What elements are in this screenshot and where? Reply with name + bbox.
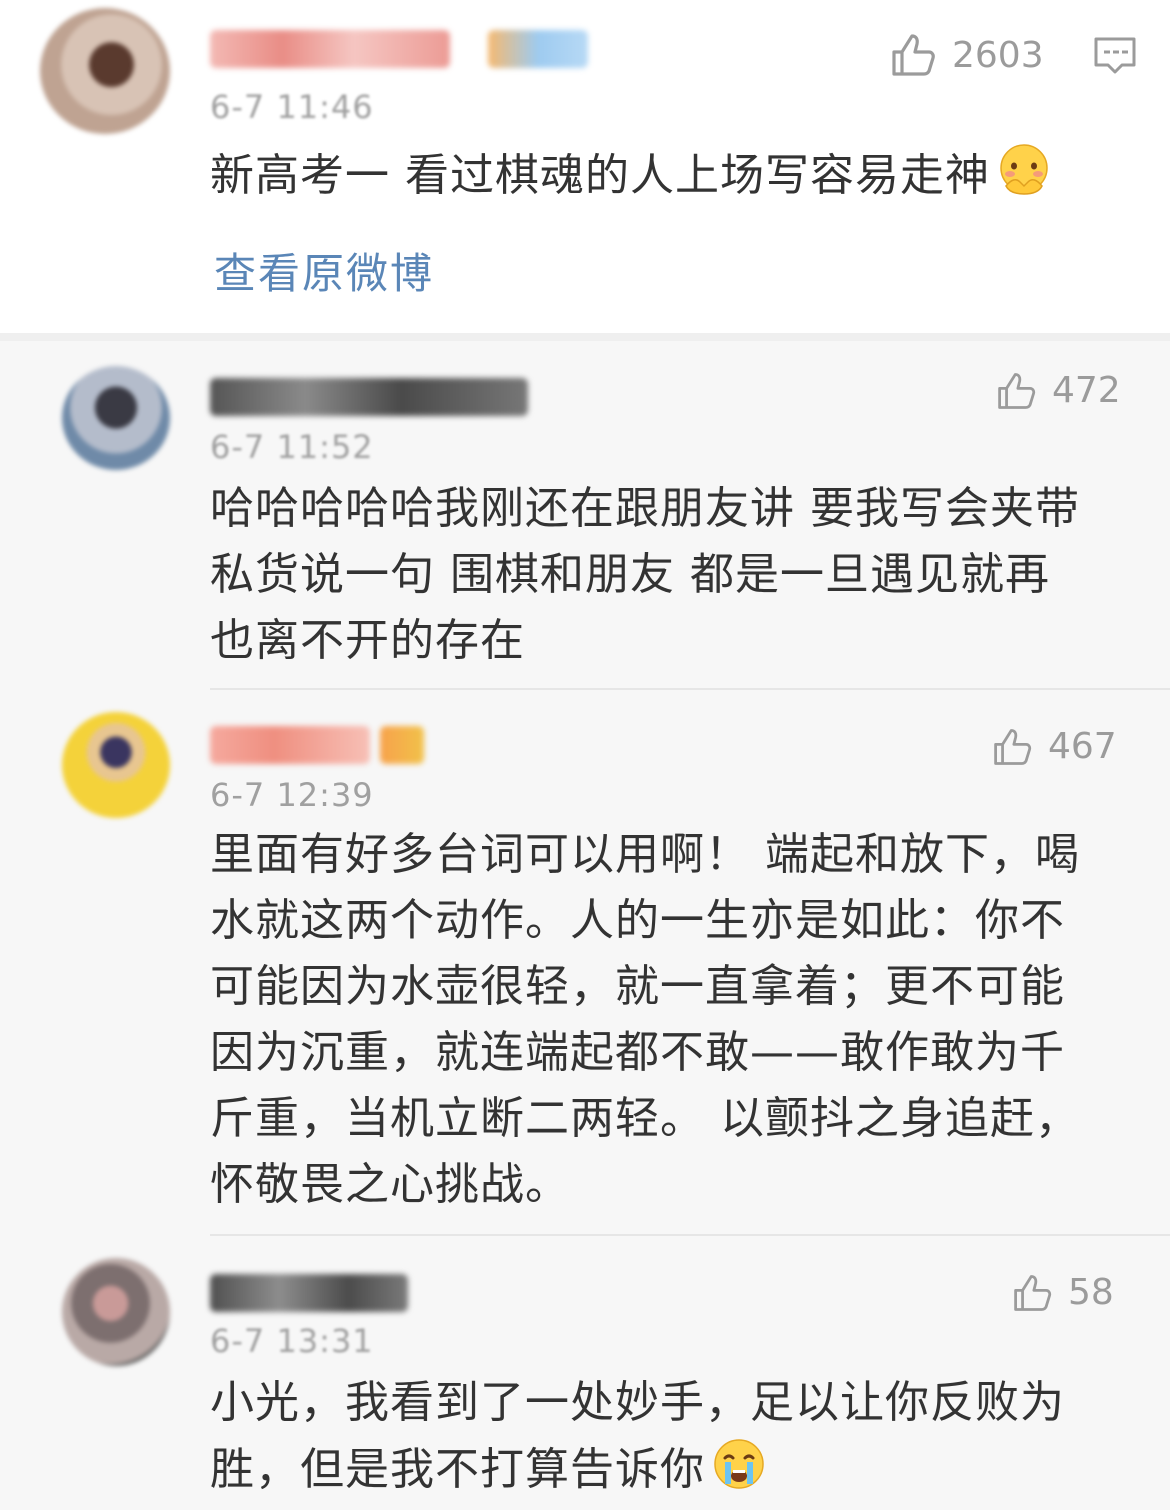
reply-text-line: 因为沉重，就连端起都不敢——敢作敢为千 xyxy=(210,1027,1065,1078)
reply-text-line: 里面有好多台词可以用啊！ 端起和放下，喝 xyxy=(210,829,1080,880)
reply-like-count: 58 xyxy=(1068,1272,1114,1313)
like-count: 2603 xyxy=(952,34,1044,76)
reply-text-line-body: 胜，但是我不打算告诉你 xyxy=(210,1444,705,1495)
reply-like-button[interactable]: 472 xyxy=(996,370,1121,411)
reply-divider xyxy=(210,1234,1170,1236)
original-comment: 6-7 11:46 2603 新高考一 看过棋魂的人上场写容易走神 查看原微博 xyxy=(0,0,1170,333)
user-avatar[interactable] xyxy=(40,8,170,134)
reply-avatar[interactable] xyxy=(62,712,170,818)
thumbs-up-icon xyxy=(1014,1274,1052,1311)
reply-text-line: 哈哈哈哈哈我刚还在跟朋友讲 要我写会夹带 xyxy=(210,483,1080,534)
like-button[interactable]: 2603 xyxy=(890,32,1044,78)
reply-like-count: 467 xyxy=(1048,726,1117,767)
reply-username-blurred[interactable] xyxy=(210,726,370,764)
view-original-post-link[interactable]: 查看原微博 xyxy=(214,240,434,301)
reply-avatar[interactable] xyxy=(62,366,170,470)
reply-divider xyxy=(210,688,1170,690)
reply-text-line: 胜，但是我不打算告诉你 xyxy=(210,1436,1065,1503)
reply-time: 6-7 11:52 xyxy=(210,428,374,466)
reply-text-line: 怀敬畏之心挑战。 xyxy=(210,1159,570,1210)
thumbs-up-icon xyxy=(998,372,1036,409)
reply-text-line: 也离不开的存在 xyxy=(210,615,525,666)
reply-username-blurred[interactable] xyxy=(210,1274,408,1312)
reply-text-line: 私货说一句 围棋和朋友 都是一旦遇见就再 xyxy=(210,549,1050,600)
comment-time: 6-7 11:46 xyxy=(210,88,374,126)
crying-face-emoji-icon xyxy=(714,1439,764,1489)
reply-text: 哈哈哈哈哈我刚还在跟朋友讲 要我写会夹带 私货说一句 围棋和朋友 都是一旦遇见就… xyxy=(210,476,1080,674)
thumbs-up-icon xyxy=(994,728,1032,765)
user-badge-blurred xyxy=(488,30,588,68)
reply-text-line: 斤重，当机立断二两轻。 以颤抖之身追赶， xyxy=(210,1093,1080,1144)
reply-like-button[interactable]: 467 xyxy=(992,726,1117,767)
username-blurred[interactable] xyxy=(210,30,450,68)
comment-icon[interactable] xyxy=(1093,36,1137,76)
comment-text: 新高考一 看过棋魂的人上场写容易走神 xyxy=(210,142,1052,209)
comment-text-body: 新高考一 看过棋魂的人上场写容易走神 xyxy=(210,150,990,201)
reply-text: 里面有好多台词可以用啊！ 端起和放下，喝 水就这两个动作。人的一生亦是如此：你不… xyxy=(210,822,1080,1218)
section-separator xyxy=(0,333,1170,341)
reply-avatar[interactable] xyxy=(62,1258,170,1366)
reply-text-line: 水就这两个动作。人的一生亦是如此：你不 xyxy=(210,895,1065,946)
reply-time: 6-7 13:31 xyxy=(210,1322,374,1360)
blush-hands-emoji-icon xyxy=(1000,144,1048,195)
reply-text-line: 可能因为水壶很轻，就一直拿着；更不可能 xyxy=(210,961,1065,1012)
reply-like-count: 472 xyxy=(1052,370,1121,411)
thumbs-up-icon xyxy=(892,34,935,76)
reply-text-line: 小光，我看到了一处妙手，足以让你反败为 xyxy=(210,1377,1065,1428)
reply-username-blurred[interactable] xyxy=(210,378,528,416)
reply-text: 小光，我看到了一处妙手，足以让你反败为 胜，但是我不打算告诉你 xyxy=(210,1370,1065,1503)
reply-badge-blurred xyxy=(380,726,424,764)
reply-like-button[interactable]: 58 xyxy=(1012,1272,1114,1313)
reply-time: 6-7 12:39 xyxy=(210,776,374,814)
